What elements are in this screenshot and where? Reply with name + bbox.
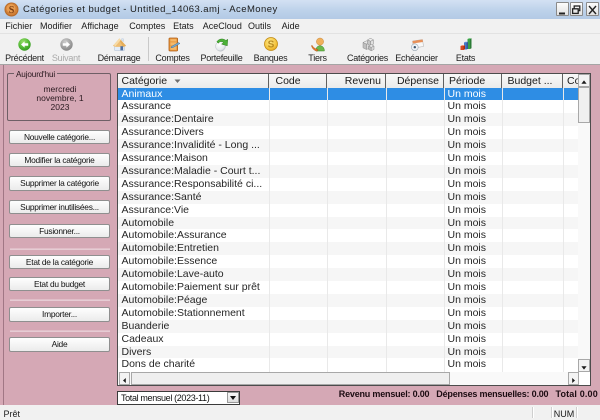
svg-text:S: S <box>268 40 275 51</box>
svg-text:S: S <box>9 5 15 16</box>
